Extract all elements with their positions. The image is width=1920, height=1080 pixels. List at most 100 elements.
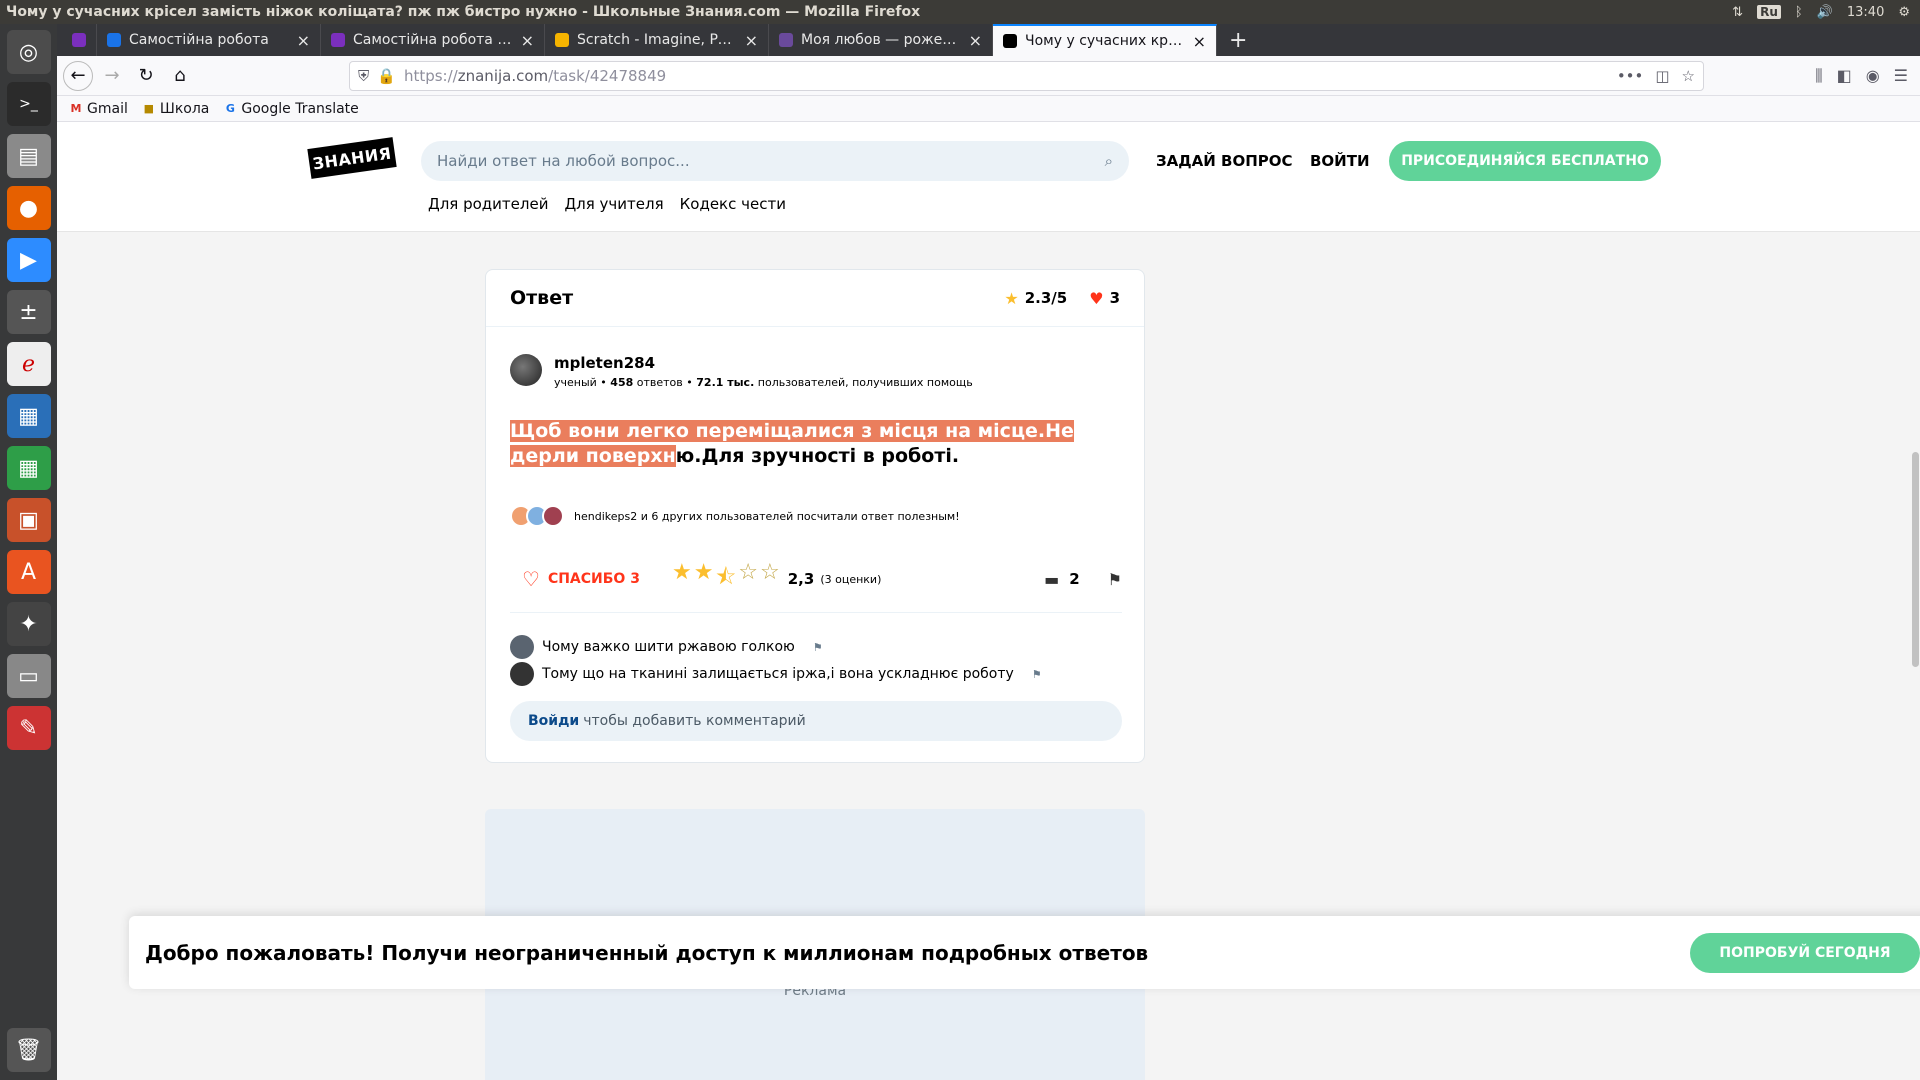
author-avatar[interactable] <box>510 354 542 386</box>
try-today-button[interactable]: ПОПРОБУЙ СЕГОДНЯ <box>1690 932 1920 973</box>
rating-star-icon[interactable]: ★ <box>672 560 692 598</box>
rating-stars[interactable]: ★ ★ ⯪ ☆ ☆ <box>672 560 780 598</box>
new-tab-button[interactable]: + <box>1217 24 1259 56</box>
subnav-honor-code-link[interactable]: Кодекс чести <box>680 195 786 213</box>
answer-rating-summary: ★ 2.3/5 ♥ 3 <box>1004 289 1120 308</box>
system-tools-icon[interactable]: ✎ <box>6 706 51 750</box>
answer-card: Ответ ★ 2.3/5 ♥ 3 mpleten284 ученый • 45… <box>485 269 1145 763</box>
impress-icon[interactable]: ▣ <box>6 498 51 542</box>
calc-spreadsheet-icon[interactable]: ▦ <box>6 446 51 490</box>
avatar[interactable] <box>510 662 534 686</box>
bookmark-item[interactable]: M Gmail <box>69 101 128 117</box>
subnav-teachers-link[interactable]: Для учителя <box>564 195 663 213</box>
calculator-icon[interactable]: ± <box>6 290 51 334</box>
browser-tab[interactable]: Моя любов — рожевий × <box>769 24 993 56</box>
bookmark-item[interactable]: G Google Translate <box>223 100 359 117</box>
software-center-icon[interactable]: A <box>6 550 51 594</box>
bookmark-star-icon[interactable]: ☆ <box>1682 67 1695 85</box>
forward-button[interactable]: → <box>97 61 127 91</box>
login-link[interactable]: Войди <box>528 713 579 729</box>
rating-star-icon[interactable]: ☆ <box>738 560 758 598</box>
search-input[interactable]: Найди ответ на любой вопрос... ⌕ <box>421 141 1129 181</box>
settings-gear-icon[interactable]: ⚙ <box>1898 5 1910 20</box>
close-tab-icon[interactable]: × <box>745 31 758 50</box>
comment-text: Тому що на тканині залищається іржа,і во… <box>542 666 1014 682</box>
answer-author: mpleten284 ученый • 458 ответов • 72.1 т… <box>510 354 973 389</box>
search-placeholder: Найди ответ на любой вопрос... <box>437 152 690 170</box>
url-bar[interactable]: ⛨ 🔒 https://znanija.com/task/42478849 ••… <box>349 60 1704 91</box>
close-tab-icon[interactable]: × <box>969 31 982 50</box>
volume-icon[interactable]: 🔊 <box>1817 5 1833 20</box>
bookmarks-toolbar: M Gmail ■ Школа G Google Translate <box>57 96 1920 122</box>
menu-icon[interactable]: ☰ <box>1894 66 1908 86</box>
app-launcher: ◎ >_ ▤ ● ▶ ± ℯ ▦ ▦ ▣ A ✦ ▭ ✎ 🗑 <box>0 24 57 1080</box>
avatar[interactable] <box>510 635 534 659</box>
ask-question-button[interactable]: ЗАДАЙ ВОПРОС <box>1156 152 1293 170</box>
rating-star-icon[interactable]: ★ <box>694 560 714 598</box>
reload-button[interactable]: ↻ <box>131 61 161 91</box>
pocket-icon[interactable]: ◫ <box>1655 67 1669 85</box>
close-tab-icon[interactable]: × <box>1193 32 1206 51</box>
zoom-icon[interactable]: ▶ <box>6 238 51 282</box>
thanked-avatars <box>510 505 564 527</box>
comment-item: Чому важко шити ржавою голкою ⚑ <box>510 635 823 659</box>
thanks-button[interactable]: ♡ СПАСИБО 3 <box>510 567 652 591</box>
rating-star-icon[interactable]: ⯪ <box>715 560 736 598</box>
home-button[interactable]: ⌂ <box>165 61 195 91</box>
terminal-icon[interactable]: >_ <box>6 82 51 126</box>
browser-tab[interactable]: Чому у сучасних крісел × <box>993 24 1217 56</box>
ubuntu-dash-icon[interactable]: ◎ <box>6 30 51 74</box>
avatar[interactable] <box>542 505 564 527</box>
firefox-icon[interactable]: ● <box>6 186 51 230</box>
page-actions-icon[interactable]: ••• <box>1617 67 1644 85</box>
close-tab-icon[interactable]: × <box>297 31 310 50</box>
drive-icon[interactable]: ▭ <box>6 654 51 698</box>
site-logo[interactable]: ЗНАНИЯ <box>307 137 397 179</box>
report-flag-icon[interactable]: ⚑ <box>1032 668 1042 681</box>
scrollbar-thumb[interactable] <box>1912 452 1919 667</box>
bookmark-item[interactable]: ■ Школа <box>142 101 210 117</box>
pdf-viewer-icon[interactable]: ℯ <box>6 342 51 386</box>
search-icon[interactable]: ⌕ <box>1105 152 1113 170</box>
back-button[interactable]: ← <box>63 60 93 91</box>
login-button[interactable]: ВОЙТИ <box>1310 152 1370 170</box>
os-top-bar: Чому у сучасних крісел замість ніжок кол… <box>0 0 1920 24</box>
join-free-button[interactable]: ПРИСОЕДИНЯЙСЯ БЕСПЛАТНО <box>1389 141 1661 181</box>
sub-navigation: Для родителей Для учителя Кодекс чести <box>428 195 786 213</box>
clock[interactable]: 13:40 <box>1847 5 1884 20</box>
lock-icon[interactable]: 🔒 <box>377 67 396 85</box>
sidebar-icon[interactable]: ◧ <box>1837 66 1852 86</box>
bookmark-icon: ■ <box>143 102 155 115</box>
author-name[interactable]: mpleten284 <box>554 354 973 372</box>
library-icon[interactable]: ⫼ <box>1815 66 1822 86</box>
bookmark-label: Google Translate <box>241 100 359 117</box>
tab-label: Самостійна робота <box>129 32 269 48</box>
add-comment-field[interactable]: Войди чтобы добавить комментарий <box>510 701 1122 741</box>
tab-label: Чому у сучасних крісел <box>1025 33 1185 49</box>
browser-tab[interactable]: Самостійна робота × <box>97 24 321 56</box>
rating-number: 2,3 <box>787 570 815 588</box>
file-manager-icon[interactable]: ▤ <box>6 134 51 178</box>
account-icon[interactable]: ◉ <box>1866 66 1880 86</box>
rating-star-icon[interactable]: ☆ <box>760 560 780 598</box>
writer-icon[interactable]: ▦ <box>6 394 51 438</box>
url-text[interactable]: https://znanija.com/task/42478849 <box>404 67 1609 85</box>
browser-tab[interactable]: Scratch - Imagine, Progr × <box>545 24 769 56</box>
comments-toggle[interactable]: ▬ 2 <box>1044 570 1080 589</box>
tracking-shield-icon[interactable]: ⛨ <box>358 67 369 85</box>
answer-text: Щоб вони легко переміщалися з місця на м… <box>510 420 1074 467</box>
keyboard-layout-indicator[interactable]: Ru <box>1757 5 1781 19</box>
author-meta: ученый • 458 ответов • 72.1 тыс. пользов… <box>554 376 973 389</box>
bluetooth-icon[interactable]: ᛒ <box>1795 5 1803 20</box>
browser-tab[interactable] <box>61 24 97 56</box>
app-icon[interactable]: ✦ <box>6 602 51 646</box>
network-icon[interactable]: ⇅ <box>1732 5 1743 20</box>
browser-tab[interactable]: Самостійна робота з те × <box>321 24 545 56</box>
report-flag-icon[interactable]: ⚑ <box>813 641 823 654</box>
trash-icon[interactable]: 🗑 <box>6 1028 51 1072</box>
report-flag-icon[interactable]: ⚑ <box>1108 570 1122 589</box>
comment-icon: ▬ <box>1044 569 1060 589</box>
close-tab-icon[interactable]: × <box>521 31 534 50</box>
rating-value: 2.3/5 <box>1024 289 1068 307</box>
subnav-parents-link[interactable]: Для родителей <box>428 195 548 213</box>
